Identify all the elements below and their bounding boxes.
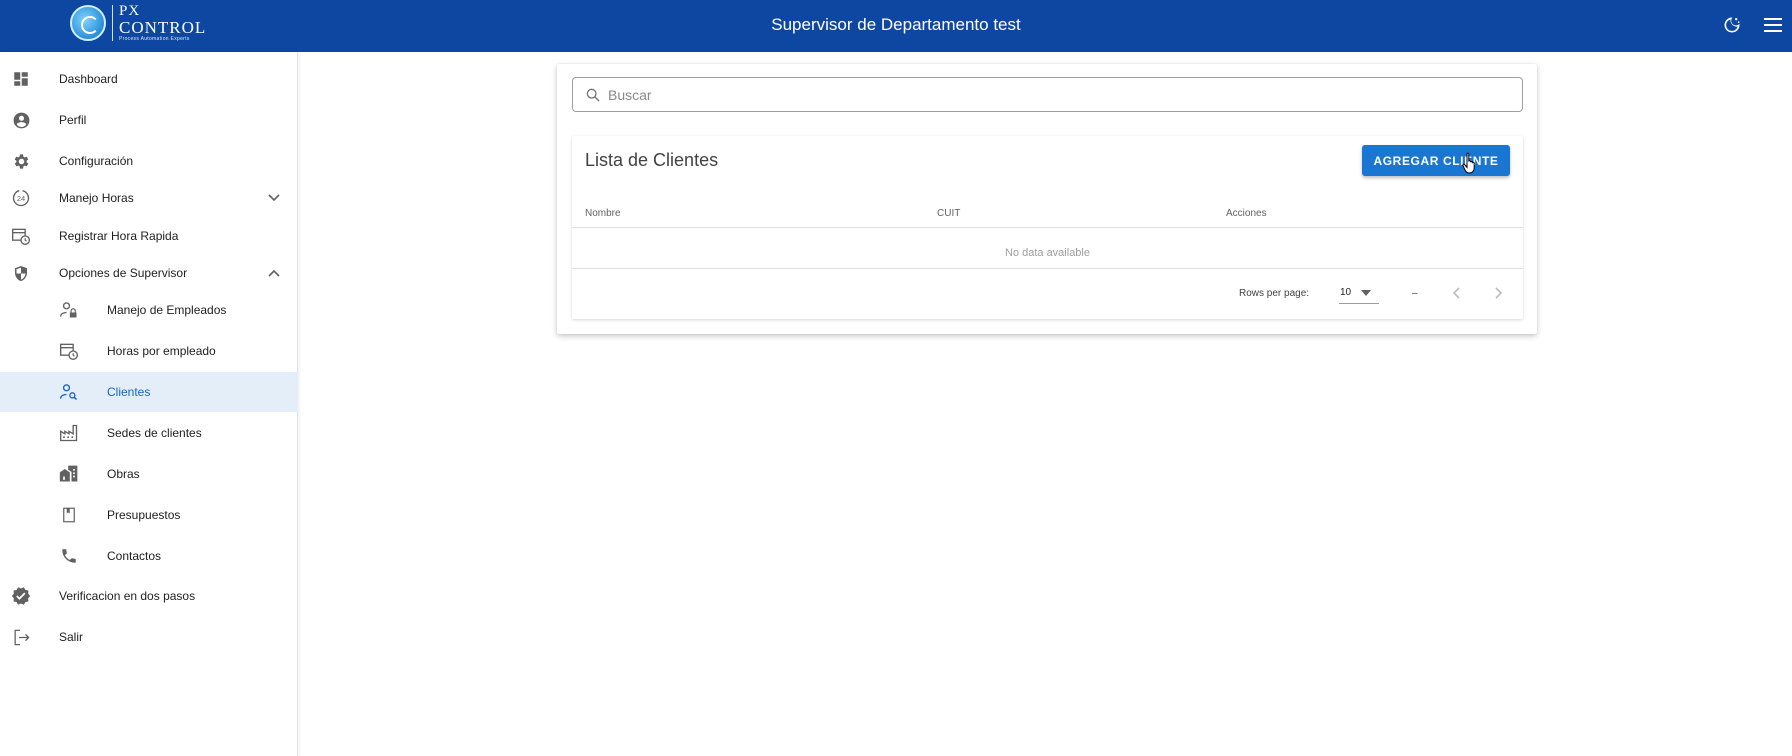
dashboard-icon xyxy=(10,68,32,90)
sidebar-item-opciones-supervisor[interactable]: Opciones de Supervisor xyxy=(0,253,298,293)
chevron-down-icon[interactable] xyxy=(264,188,284,208)
buildings-icon xyxy=(58,463,80,485)
sidebar-item-label: Salir xyxy=(59,630,84,644)
hand-cursor-icon xyxy=(1462,152,1478,174)
next-page-icon[interactable] xyxy=(1489,283,1509,303)
column-header-acciones[interactable]: Acciones xyxy=(1226,208,1267,219)
column-header-cuit[interactable]: CUIT xyxy=(937,208,960,219)
sidebar-item-label: Clientes xyxy=(107,385,151,399)
svg-text:24: 24 xyxy=(17,194,25,203)
list-title: Lista de Clientes xyxy=(585,150,719,170)
sidebar-item-label: Configuración xyxy=(59,154,134,168)
sidebar-item-horas-por-empleado[interactable]: Horas por empleado xyxy=(0,331,298,371)
sidebar-item-dashboard[interactable]: Dashboard xyxy=(0,59,298,99)
sidebar-item-registrar-hora-rapida[interactable]: Registrar Hora Rapida xyxy=(0,216,298,256)
sidebar-item-contactos[interactable]: Contactos xyxy=(0,536,298,576)
search-input[interactable] xyxy=(608,86,1488,103)
user-lock-icon xyxy=(58,299,80,321)
sidebar-item-manejo-empleados[interactable]: Manejo de Empleados xyxy=(0,290,298,330)
logo-tagline: Process Automation Experts xyxy=(119,36,190,42)
sidebar-item-label: Horas por empleado xyxy=(107,344,216,358)
phone-icon xyxy=(58,545,80,567)
user-search-icon xyxy=(58,381,80,403)
sidebar-item-clientes[interactable]: Clientes xyxy=(0,372,298,412)
sidebar-item-sedes-clientes[interactable]: Sedes de clientes xyxy=(0,413,298,453)
page-range-text: – xyxy=(1412,288,1418,299)
search-icon xyxy=(584,86,602,104)
sidebar-item-label: Perfil xyxy=(59,113,87,127)
empty-state-text: No data available xyxy=(1004,247,1090,259)
clipboard-icon xyxy=(58,504,80,526)
sidebar-item-manejo-horas[interactable]: 24 Manejo Horas xyxy=(0,178,298,218)
logout-icon xyxy=(10,626,32,648)
previous-page-icon[interactable] xyxy=(1446,283,1466,303)
account-circle-icon xyxy=(10,109,32,131)
24h-clock-icon: 24 xyxy=(10,187,32,209)
sidebar-item-label: Dashboard xyxy=(59,72,118,86)
shield-icon xyxy=(10,262,32,284)
column-header-nombre[interactable]: Nombre xyxy=(585,208,621,219)
sidebar-item-presupuestos[interactable]: Presupuestos xyxy=(0,495,298,535)
theme-toggle-icon[interactable] xyxy=(1721,14,1743,36)
sidebar-item-configuracion[interactable]: Configuración xyxy=(0,141,298,181)
rows-per-page-select[interactable]: 10 xyxy=(1339,282,1379,304)
sidebar: Dashboard Perfil Configuración 24 Manejo… xyxy=(0,52,298,756)
calendar-clock-icon xyxy=(10,225,32,247)
gear-icon xyxy=(10,150,32,172)
clientes-card: Lista de Clientes AGREGAR CLIENTE Nombre… xyxy=(557,64,1537,334)
add-client-button[interactable]: AGREGAR CLIENTE xyxy=(1362,145,1510,176)
sidebar-item-label: Sedes de clientes xyxy=(107,426,202,440)
sidebar-item-verificacion[interactable]: Verificacion en dos pasos xyxy=(0,576,298,616)
header-divider xyxy=(572,227,1523,228)
app-header: PX CONTROL Process Automation Experts Su… xyxy=(0,0,1792,52)
caret-down-icon xyxy=(1361,288,1371,299)
verified-check-icon xyxy=(10,585,32,607)
search-field[interactable] xyxy=(572,77,1523,112)
sidebar-item-label: Manejo Horas xyxy=(59,191,134,205)
footer-divider xyxy=(572,268,1523,269)
hamburger-menu-icon[interactable] xyxy=(1762,14,1784,36)
sidebar-item-salir[interactable]: Salir xyxy=(0,617,298,657)
calendar-clock-icon xyxy=(58,340,80,362)
chevron-up-icon[interactable] xyxy=(264,263,284,283)
sidebar-item-label: Manejo de Empleados xyxy=(107,303,227,317)
sidebar-item-label: Opciones de Supervisor xyxy=(59,266,188,280)
sidebar-item-obras[interactable]: Obras xyxy=(0,454,298,494)
page-title: Supervisor de Departamento test xyxy=(771,15,1021,34)
rows-per-page-value: 10 xyxy=(1340,287,1352,298)
clientes-table-panel: Lista de Clientes AGREGAR CLIENTE Nombre… xyxy=(572,136,1523,319)
rows-per-page-label: Rows per page: xyxy=(1239,288,1310,299)
factory-icon xyxy=(58,422,80,444)
sidebar-item-label: Obras xyxy=(107,467,140,481)
sidebar-item-perfil[interactable]: Perfil xyxy=(0,100,298,140)
sidebar-item-label: Verificacion en dos pasos xyxy=(59,589,196,603)
sidebar-item-label: Presupuestos xyxy=(107,508,181,522)
sidebar-item-label: Contactos xyxy=(107,549,162,563)
sidebar-item-label: Registrar Hora Rapida xyxy=(59,229,179,243)
